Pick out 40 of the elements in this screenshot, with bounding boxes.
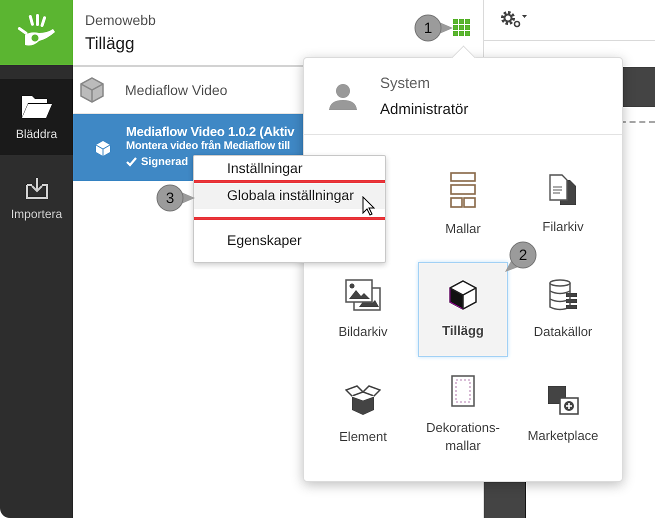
user-name: System [380,74,432,92]
hand-logo[interactable] [0,0,73,65]
app-tile[interactable]: Element [318,367,408,462]
box-icon [345,384,381,416]
sidebar-item[interactable]: Importera [0,163,73,231]
app-tile[interactable]: Bildarkiv [318,262,408,357]
check-icon [126,156,137,166]
images-icon [345,278,381,310]
signed-status: Signerad [141,156,188,168]
app-tile[interactable]: Tillägg [418,262,508,357]
app-tile[interactable]: Mallar [418,157,508,252]
grid-icon [453,19,470,36]
app-tile[interactable]: Marketplace [518,367,608,462]
settings-button[interactable] [498,8,530,30]
menu-item[interactable]: Inställningar [194,158,385,180]
addon-description: Montera video från Mediaflow till [126,140,291,152]
addon-name: Mediaflow Video [125,82,228,98]
cube-icon [95,140,111,156]
cube-icon [79,77,105,103]
folder-icon [20,93,52,119]
menu-item[interactable]: Egenskaper [194,230,385,252]
frame-icon [451,374,475,406]
cursor-icon [362,196,376,216]
editor-column [484,480,526,518]
cube-icon [448,280,478,310]
page-title: Tillägg [85,34,136,54]
user-icon [329,82,357,110]
app-tile[interactable]: Dekorations-mallar [418,367,508,462]
database-icon [548,278,578,310]
site-name: Demowebb [85,12,157,28]
marketplace-icon [547,384,579,414]
app-tile[interactable]: Datakällor [518,262,608,357]
layout-icon [450,172,476,208]
document-icon [548,174,578,206]
apps-button[interactable] [453,19,470,36]
import-icon [26,177,48,199]
menu-item[interactable]: Globala inställningar [194,183,385,209]
sidebar-item[interactable]: Bläddra [0,79,73,155]
addon-name: Mediaflow Video 1.0.2 (Aktiv [126,124,294,138]
settings-icon [500,10,528,28]
